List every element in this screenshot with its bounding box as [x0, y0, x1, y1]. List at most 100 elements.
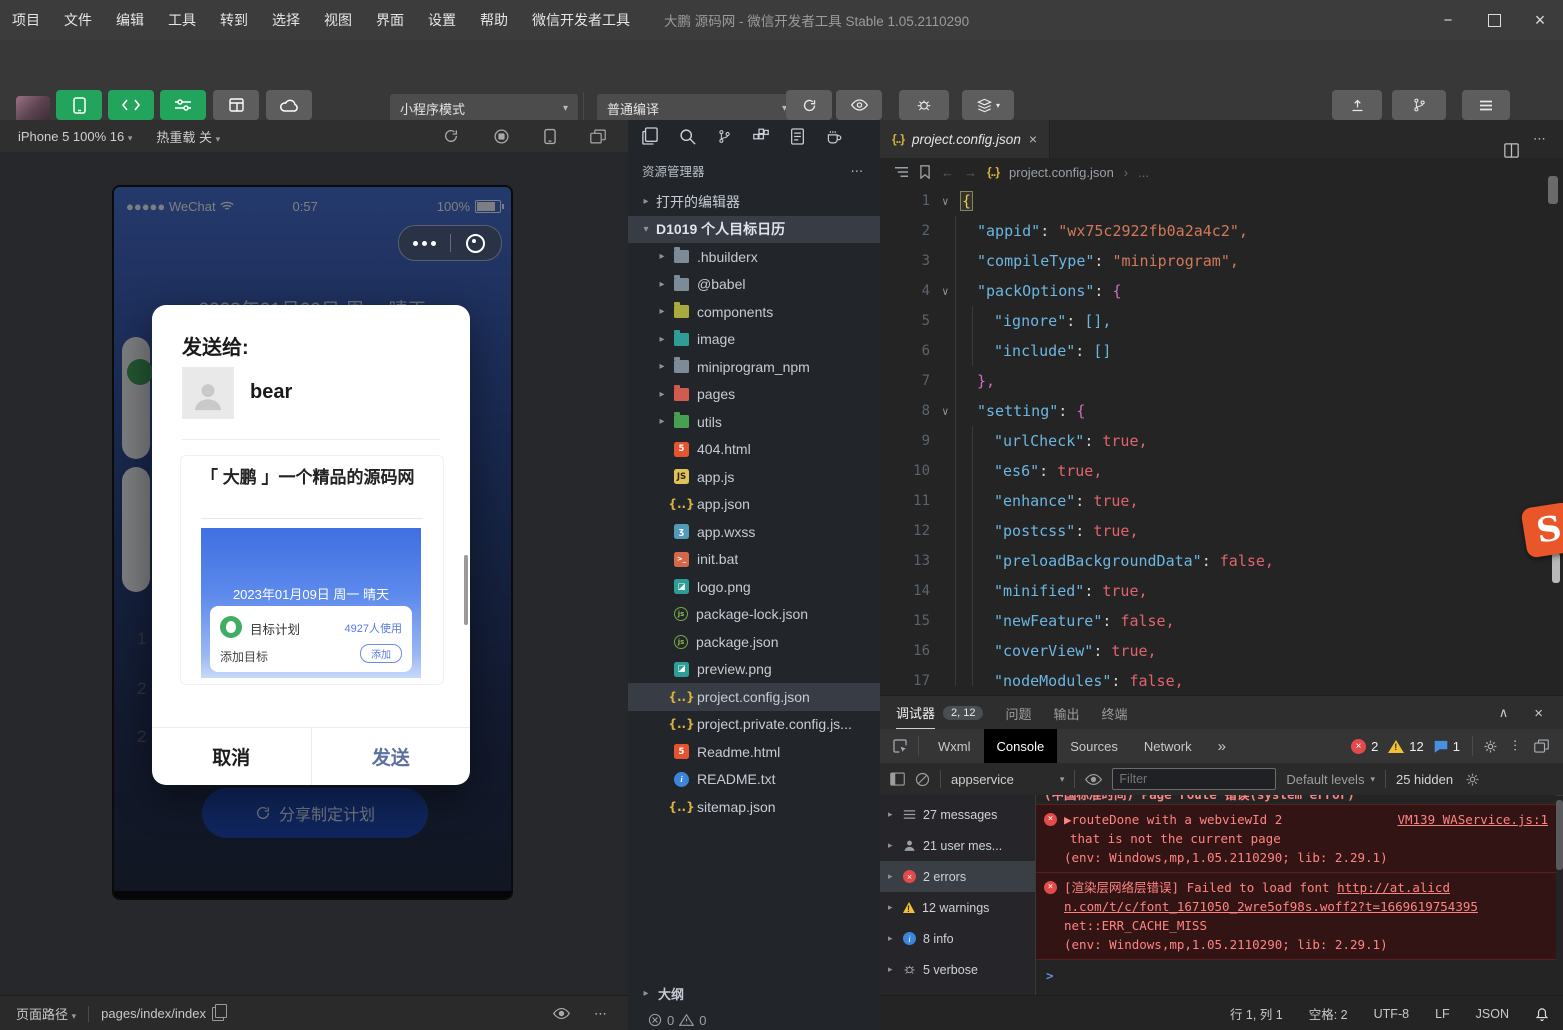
tree-file-appjson[interactable]: {..}app.json: [628, 491, 880, 519]
devtools-tab-wxml[interactable]: Wxml: [925, 729, 984, 763]
source-control-icon[interactable]: [717, 128, 732, 145]
gear-icon[interactable]: [1483, 739, 1498, 754]
menu-devtools[interactable]: 微信开发者工具: [520, 10, 642, 30]
font-url-link[interactable]: http://at.alicd: [1337, 880, 1450, 895]
device-frame-icon[interactable]: [544, 128, 556, 145]
more-icon[interactable]: ⋯: [594, 1006, 608, 1022]
devtools-tab-network[interactable]: Network: [1131, 729, 1205, 763]
language-mode[interactable]: JSON: [1476, 1007, 1509, 1021]
file-preview-icon[interactable]: [790, 128, 805, 145]
forward-icon[interactable]: →: [964, 165, 977, 180]
menu-settings[interactable]: 设置: [416, 10, 468, 30]
close-button[interactable]: ×: [1517, 0, 1563, 40]
tree-file-appjs[interactable]: JSapp.js: [628, 463, 880, 491]
minimize-button[interactable]: −: [1425, 0, 1471, 40]
menu-interface[interactable]: 界面: [364, 10, 416, 30]
tree-file-sitemap[interactable]: {..}sitemap.json: [628, 793, 880, 821]
breadcrumb-file[interactable]: project.config.json: [1009, 165, 1114, 180]
sidebar-item-info[interactable]: ▸ i 8 info: [880, 923, 1035, 954]
sidebar-item-messages[interactable]: ▸ 27 messages: [880, 799, 1035, 830]
close-panel-icon[interactable]: ×: [1534, 705, 1543, 722]
menu-project[interactable]: 项目: [0, 10, 52, 30]
back-icon[interactable]: ←: [941, 165, 954, 180]
menu-edit[interactable]: 编辑: [104, 10, 156, 30]
tab-terminal[interactable]: 终端: [1102, 704, 1128, 723]
more-tabs-icon[interactable]: »: [1205, 729, 1239, 763]
refresh-icon[interactable]: [443, 128, 459, 144]
tree-file-previewpng[interactable]: ◪preview.png: [628, 656, 880, 684]
devtools-tab-sources[interactable]: Sources: [1057, 729, 1131, 763]
breadcrumb-more[interactable]: ...: [1138, 165, 1149, 180]
stop-icon[interactable]: [493, 128, 510, 145]
collapse-panel-icon[interactable]: ∧: [1499, 705, 1509, 721]
context-select[interactable]: appservice▾: [951, 772, 1064, 787]
menu-goto[interactable]: 转到: [208, 10, 260, 30]
page-path-select[interactable]: 页面路径 ▾: [16, 1004, 76, 1023]
mode-select[interactable]: 小程序模式▾: [390, 94, 578, 122]
sidebar-toggle-icon[interactable]: [890, 772, 905, 786]
cancel-button[interactable]: 取消: [152, 728, 312, 785]
editor-more-icon[interactable]: ⋯: [1533, 131, 1547, 147]
detach-devtools-icon[interactable]: [1534, 739, 1549, 753]
send-button[interactable]: 发送: [312, 728, 471, 785]
bell-icon[interactable]: [1535, 1006, 1549, 1021]
eye-icon[interactable]: [553, 1007, 570, 1020]
compile-mode-select[interactable]: 普通编译▾: [597, 94, 797, 122]
editor-scrollbar[interactable]: [1548, 176, 1558, 204]
kebab-menu-icon[interactable]: ⋯: [1507, 739, 1523, 753]
font-url-link[interactable]: n.com/t/c/font_1671050_2wre5of98s.woff2?…: [1044, 897, 1548, 916]
outline-list-icon[interactable]: [894, 166, 909, 178]
devtools-tab-console[interactable]: Console: [984, 729, 1058, 763]
detach-window-icon[interactable]: [590, 129, 606, 144]
cursor-position[interactable]: 行 1, 列 1: [1230, 1004, 1283, 1023]
tab-project-config[interactable]: {..} project.config.json ×: [880, 120, 1050, 158]
extensions-icon[interactable]: [753, 128, 769, 144]
cup-icon[interactable]: [826, 129, 842, 144]
tab-output[interactable]: 输出: [1054, 704, 1080, 723]
tree-folder-babel[interactable]: ▸@babel: [628, 271, 880, 299]
console-filter-input[interactable]: [1112, 768, 1276, 790]
tree-open-editors[interactable]: ▸打开的编辑器: [628, 188, 880, 216]
tree-file-initbat[interactable]: >_init.bat: [628, 546, 880, 574]
console-scrollbar[interactable]: [1556, 800, 1563, 870]
search-icon[interactable]: [679, 128, 696, 145]
inspect-icon[interactable]: [892, 738, 908, 754]
tree-file-package-lock[interactable]: jspackage-lock.json: [628, 601, 880, 629]
tab-debugger[interactable]: 调试器: [896, 696, 935, 730]
tree-file-appwxss[interactable]: ʒapp.wxss: [628, 518, 880, 546]
menu-select[interactable]: 选择: [260, 10, 312, 30]
eol[interactable]: LF: [1435, 1007, 1450, 1021]
tree-folder-components[interactable]: ▸components: [628, 298, 880, 326]
copy-icon[interactable]: [212, 1007, 224, 1021]
tree-file-package[interactable]: jspackage.json: [628, 628, 880, 656]
close-minipgrogram-icon[interactable]: [451, 234, 502, 253]
split-editor-icon[interactable]: [1504, 143, 1519, 158]
bookmark-icon[interactable]: [919, 165, 931, 179]
sidebar-item-warnings[interactable]: ▸ 12 warnings: [880, 892, 1035, 923]
outline-section[interactable]: ▸大纲: [628, 980, 880, 1007]
eye-icon[interactable]: [1085, 773, 1102, 786]
sidebar-item-user-messages[interactable]: ▸ 21 user mes...: [880, 830, 1035, 861]
log-levels-select[interactable]: Default levels▾: [1286, 772, 1375, 787]
sidebar-item-verbose[interactable]: ▸ 5 verbose: [880, 954, 1035, 985]
sidebar-item-errors[interactable]: ▸ × 2 errors: [880, 861, 1035, 892]
tree-folder-hbuilderx[interactable]: ▸.hbuilderx: [628, 243, 880, 271]
indentation[interactable]: 空格: 2: [1309, 1004, 1348, 1023]
hot-reload-toggle[interactable]: 热重载 关 ▾: [156, 127, 220, 146]
tree-folder-image[interactable]: ▸image: [628, 326, 880, 354]
tab-problems[interactable]: 问题: [1005, 704, 1031, 723]
modal-scrollbar[interactable]: [464, 555, 468, 625]
tree-file-project-private-config[interactable]: {..}project.private.config.js...: [628, 711, 880, 739]
tree-folder-pages[interactable]: ▸pages: [628, 381, 880, 409]
files-icon[interactable]: [642, 127, 658, 145]
code-editor[interactable]: 1∨{ 2"appid": "wx75c2922fb0a2a4c2", 3"co…: [880, 186, 1563, 696]
tree-file-readme-html[interactable]: 5Readme.html: [628, 738, 880, 766]
maximize-button[interactable]: [1471, 0, 1517, 40]
editor-scrollbar-thumb[interactable]: [1552, 553, 1560, 583]
menu-help[interactable]: 帮助: [468, 10, 520, 30]
console-prompt[interactable]: >: [1036, 960, 1556, 983]
tree-folder-miniprogram-npm[interactable]: ▸miniprogram_npm: [628, 353, 880, 381]
more-icon[interactable]: [399, 241, 450, 246]
tree-file-readme-txt[interactable]: iREADME.txt: [628, 766, 880, 794]
menu-view[interactable]: 视图: [312, 10, 364, 30]
